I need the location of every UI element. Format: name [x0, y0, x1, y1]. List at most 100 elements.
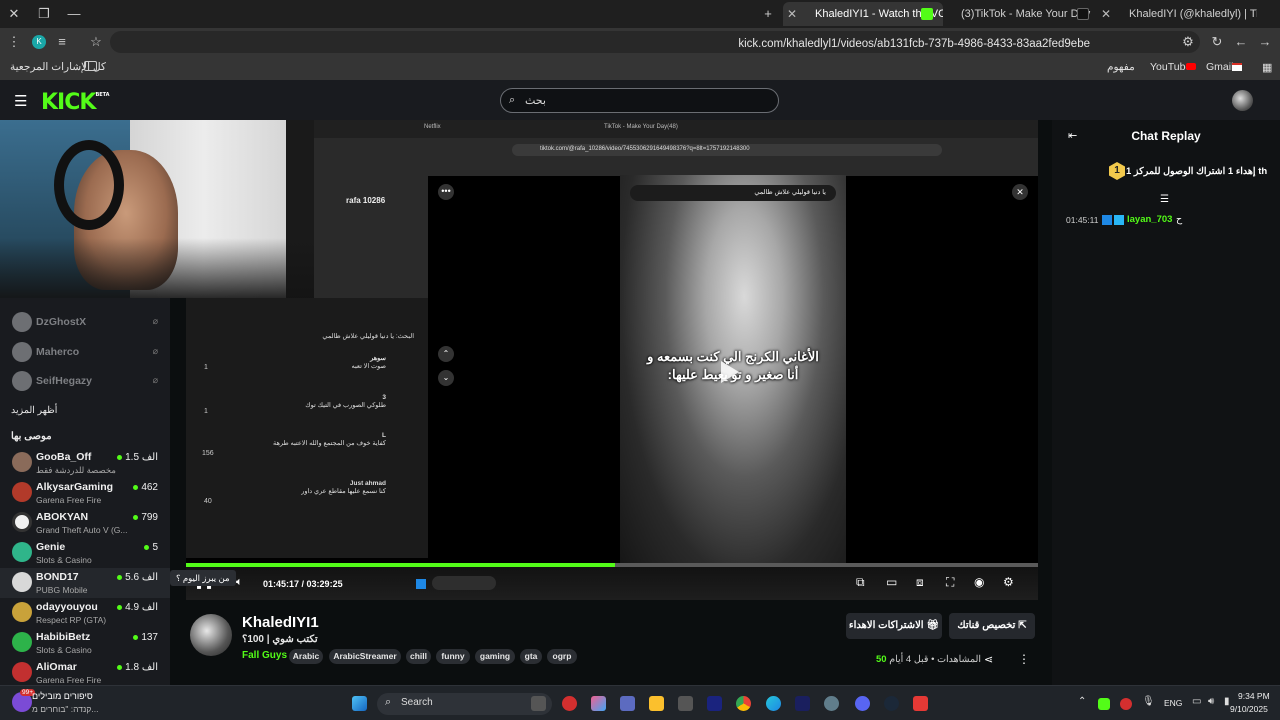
language-indicator[interactable]: ENG: [1164, 698, 1182, 708]
hamburger-menu-icon[interactable]: ☰: [14, 92, 27, 110]
tag[interactable]: gaming: [475, 649, 515, 664]
tab-kick-vod[interactable]: ✕ KhaledIYI1 - Watch the VOD: [783, 2, 943, 26]
sidebar-channel[interactable]: odayyouyou Respect RP (GTA) 4.9 الف: [0, 598, 170, 628]
settings-gear-icon[interactable]: ⚙: [1003, 575, 1014, 589]
apps-grid-icon[interactable]: ▦: [1262, 61, 1272, 74]
task-view-icon[interactable]: [531, 696, 546, 711]
app-icon[interactable]: [913, 696, 928, 711]
site-settings-icon[interactable]: ⚙: [1178, 32, 1198, 52]
battery-icon[interactable]: ▮: [1224, 696, 1230, 707]
tab-tiktok[interactable]: (3)TikTok - Make Your Day: [945, 2, 1095, 26]
share-icon[interactable]: ⋖: [984, 653, 993, 666]
channel-name: odayyouyou: [36, 601, 98, 613]
speed-icon[interactable]: ◉: [974, 575, 984, 589]
speaker-icon[interactable]: 🔊︎: [1208, 696, 1214, 707]
streamer-avatar[interactable]: [190, 614, 232, 656]
sidebar-channel[interactable]: AlkysarGaming Garena Free Fire 462: [0, 478, 170, 508]
back-icon[interactable]: →: [1255, 32, 1275, 52]
app-icon[interactable]: [562, 696, 577, 711]
tag[interactable]: chill: [406, 649, 431, 664]
pip-icon[interactable]: ⧈: [916, 575, 924, 590]
offline-icon: ⌀: [152, 375, 158, 385]
edge-icon[interactable]: [766, 696, 781, 711]
customize-channel-button[interactable]: تخصيص قناتك ⇱: [949, 613, 1035, 639]
reload-icon[interactable]: ↻: [1207, 32, 1227, 52]
gift-icon: 🎁︎: [926, 620, 940, 631]
after-effects-icon[interactable]: [707, 696, 722, 711]
maps-bookmark[interactable]: مفهوم: [1107, 61, 1135, 73]
tab-search-icon[interactable]: ≡: [52, 32, 72, 52]
gift-subs-button[interactable]: الاشتراكات الاهداء 🎁︎: [846, 613, 942, 639]
channel-avatar: [12, 342, 32, 362]
show-more-link[interactable]: أظهر المزيد: [11, 405, 57, 416]
chrome-icon[interactable]: [736, 696, 751, 711]
user-avatar[interactable]: [1232, 90, 1253, 111]
stream-category[interactable]: Fall Guys: [242, 650, 287, 661]
gmail-icon: [1232, 63, 1242, 71]
tray-app-icon[interactable]: [1120, 698, 1132, 710]
file-explorer-icon[interactable]: [649, 696, 664, 711]
theater-mode-icon[interactable]: ▭: [886, 575, 897, 589]
tag[interactable]: ArabicStreamer: [329, 649, 401, 664]
close-tab-icon[interactable]: ✕: [787, 2, 797, 26]
channel-game: Garena Free Fire: [36, 675, 102, 685]
fullscreen-icon[interactable]: ⛶: [946, 575, 954, 590]
sidebar-channel-offline[interactable]: SeifHegazy ⌀: [0, 367, 170, 397]
new-tab-icon[interactable]: +: [758, 4, 778, 24]
chevron-up-icon[interactable]: ⌃: [1078, 696, 1086, 707]
minimize-window-icon[interactable]: —: [64, 4, 84, 24]
sidebar-channel-offline[interactable]: DzGhostX ⌀: [0, 308, 170, 338]
sidebar-channel[interactable]: HabibiBetz Slots & Casino 137: [0, 628, 170, 658]
app-icon[interactable]: [678, 696, 693, 711]
close-window-icon[interactable]: ✕: [4, 4, 24, 24]
tray-app-icon[interactable]: [1098, 698, 1110, 710]
comment-text: كفاية خوف من المجتمع والله الاعتبه طرهة: [273, 440, 386, 447]
settings-gear-icon[interactable]: [824, 696, 839, 711]
sidebar-channel-offline[interactable]: Maherco ⌀: [0, 338, 170, 368]
player-controls: ❚❚ 🔈︎ 01:45:17 / 03:29:25 ⧉ ▭ ⧈ ⛶ ◉ ⚙: [186, 567, 1038, 600]
search-input[interactable]: ⌕ بحث: [500, 88, 779, 113]
streamer-name[interactable]: KhaledIYI1: [242, 614, 319, 631]
sidebar-channel[interactable]: BOND17 PUBG Mobile 5.6 الف: [0, 568, 170, 598]
volume-icon[interactable]: 🔈︎: [236, 576, 243, 589]
sidebar-channel[interactable]: AliOmar Garena Free Fire 1.8 الف: [0, 658, 170, 685]
forward-icon[interactable]: ←: [1231, 32, 1251, 52]
profile-icon[interactable]: K: [32, 35, 46, 49]
expand-goal-icon[interactable]: ☰: [1160, 194, 1169, 205]
copilot-icon[interactable]: [591, 696, 606, 711]
bookmark-star-icon[interactable]: ☆: [86, 32, 106, 52]
network-icon[interactable]: ▭: [1192, 696, 1201, 707]
microphone-icon[interactable]: 🎙︎: [1142, 696, 1155, 707]
discord-icon[interactable]: [855, 696, 870, 711]
clock-date[interactable]: 9/10/2025: [1230, 704, 1268, 714]
clock-time[interactable]: 9:34 PM: [1238, 691, 1270, 701]
teams-icon[interactable]: [620, 696, 635, 711]
channel-name: ABOKYAN: [36, 511, 89, 523]
url-input[interactable]: kick.com/khaledlyl1/videos/ab131fcb-737b…: [110, 31, 1200, 53]
taskbar-search[interactable]: ⌕ Search: [377, 693, 552, 715]
more-menu-icon[interactable]: ⋮: [1018, 652, 1030, 666]
viewer-count: 137: [133, 632, 158, 643]
premiere-icon[interactable]: [795, 696, 810, 711]
sidebar-channel[interactable]: ABOKYAN Grand Theft Auto V (G... 799: [0, 508, 170, 538]
close-tab-icon[interactable]: ✕: [1101, 2, 1111, 26]
gmail-bookmark[interactable]: Gmail: [1206, 61, 1233, 73]
chevron-up-icon: ⌃: [438, 346, 454, 362]
comment-user: L: [382, 432, 386, 439]
tab-tiktok-profile[interactable]: ✕ KhaledIYI (@khaledlyl) | TikTok: [1097, 2, 1257, 26]
clip-icon[interactable]: ⧉: [856, 575, 865, 590]
message-username[interactable]: layan_703: [1127, 214, 1172, 225]
tag[interactable]: funny: [436, 649, 470, 664]
menu-icon[interactable]: ⋮: [4, 32, 24, 52]
steam-icon[interactable]: [884, 696, 899, 711]
tag[interactable]: gta: [520, 649, 542, 664]
tag[interactable]: Arabic: [289, 649, 323, 664]
restore-window-icon[interactable]: ❐: [34, 4, 54, 24]
windows-start-icon[interactable]: [352, 696, 367, 711]
sidebar-channel[interactable]: GooBa_Off مخصصة للدردشة فقط 1.5 الف: [0, 448, 170, 478]
sidebar-channel[interactable]: Genie Slots & Casino 5: [0, 538, 170, 568]
channel-game: Garena Free Fire: [36, 495, 102, 505]
tag[interactable]: ogrp: [547, 649, 577, 664]
kick-logo[interactable]: KICKBETA: [41, 90, 110, 115]
viewer-count: 1.8 الف: [117, 662, 158, 673]
